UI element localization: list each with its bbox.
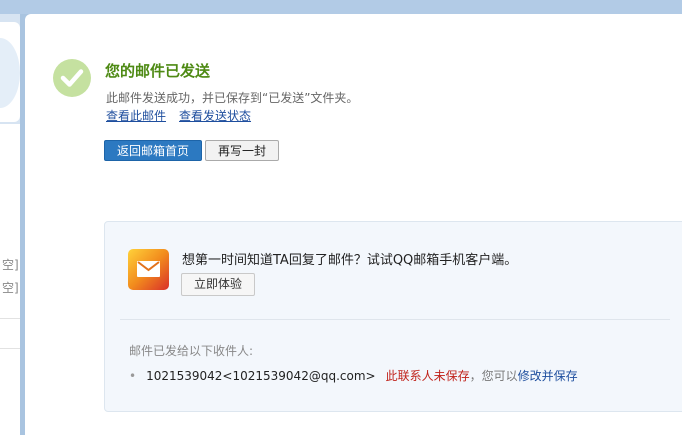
sidebar: 空] 空] <box>0 14 20 435</box>
sidebar-decoration <box>0 38 20 108</box>
promo-card: 想第一时间知道TA回复了邮件？试试QQ邮箱手机客户端。 立即体验 邮件已发给以下… <box>104 221 682 412</box>
recipient-row: • 1021539042<1021539042@qq.com> 此联系人未保存，您可… <box>129 367 578 384</box>
top-band <box>0 0 682 14</box>
sidebar-divider <box>0 348 20 349</box>
qq-mail-app-icon <box>128 249 169 290</box>
view-status-link[interactable]: 查看发送状态 <box>179 107 251 124</box>
save-hint: ，您可以 <box>469 369 518 383</box>
write-another-button[interactable]: 再写一封 <box>205 140 279 161</box>
bullet-icon: • <box>129 369 137 383</box>
sidebar-divider <box>0 318 20 319</box>
sidebar-folder-item[interactable]: 空] <box>2 279 19 296</box>
page-title: 您的邮件已发送 <box>105 62 211 80</box>
back-to-inbox-button[interactable]: 返回邮箱首页 <box>104 140 202 161</box>
recipient-address: 1021539042<1021539042@qq.com> <box>146 369 376 383</box>
promo-text: 想第一时间知道TA回复了邮件？试试QQ邮箱手机客户端。 <box>182 253 518 268</box>
try-now-button[interactable]: 立即体验 <box>181 273 255 296</box>
recipients-label: 邮件已发给以下收件人: <box>129 344 254 358</box>
sidebar-avatar-card[interactable] <box>0 22 20 122</box>
main-panel: 您的邮件已发送 此邮件发送成功，并已保存到“已发送”文件夹。 查看此邮件 查看发… <box>25 14 682 435</box>
sent-description: 此邮件发送成功，并已保存到“已发送”文件夹。 <box>106 91 359 105</box>
success-check-icon <box>53 59 91 97</box>
divider <box>120 319 670 320</box>
edit-and-save-link[interactable]: 修改并保存 <box>518 369 578 383</box>
sidebar-folder-panel: 空] 空] <box>0 124 20 435</box>
unsaved-contact-note: 此联系人未保存 <box>385 369 470 383</box>
view-mail-link[interactable]: 查看此邮件 <box>106 107 166 124</box>
sidebar-folder-item[interactable]: 空] <box>2 256 19 273</box>
